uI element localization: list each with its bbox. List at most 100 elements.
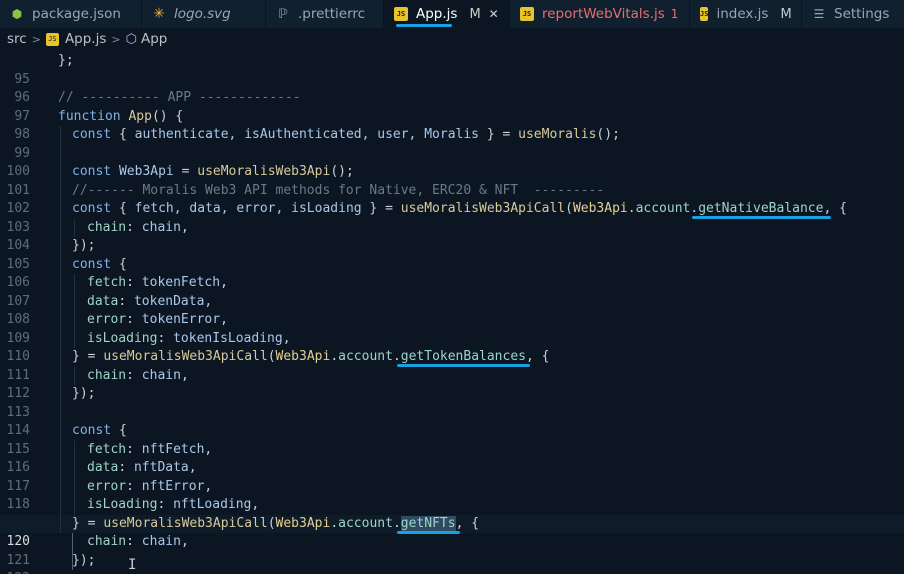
code-token: , [220,275,228,290]
code-line: 97 // ---------- APP ------------- [0,89,904,124]
tab-index-js[interactable]: JS index.js M [690,0,802,28]
code-token: . [330,349,339,364]
svg-icon: ✳ [153,6,165,22]
code-token: } = [72,349,104,364]
code-token: useMoralisWeb3Api [197,164,331,179]
code-token: , [180,534,189,549]
code-line: 116 fetch: nftFetch, [0,440,904,475]
code-line: 109 error: tokenError, [0,311,904,346]
problem-count-badge: 1 [670,7,679,21]
code-token: . [392,349,401,364]
code-line-current: 120 } = useMoralisWeb3ApiCall(Web3Api.ac… [0,514,904,549]
tab-app-js[interactable]: JS App.js M ✕ [384,0,510,28]
code-token: }; [58,53,74,68]
code-token: : [126,478,142,494]
code-token: chain [141,219,181,235]
code-token: }); [72,238,96,253]
code-token: }); [72,386,96,401]
tab-highlight-underline [396,24,452,27]
code-token: () { [151,108,184,124]
tab-report-web-vitals[interactable]: JS reportWebVitals.js 1 [510,0,690,28]
code-token: } = [479,127,519,142]
code-token: , { [823,201,847,216]
code-token: { [111,201,135,216]
tab-logo-svg[interactable]: ✳ logo.svg [142,0,266,28]
code-line: 115 const { [0,422,904,457]
code-token: : [157,497,174,512]
code-line: 95 }; [0,52,904,87]
line-number: 122 [0,570,30,574]
code-token: chain [141,367,181,383]
code-token: error [87,478,127,494]
code-token: , { [455,515,480,531]
code-token: chain [87,219,127,235]
code-token: isLoading [87,497,158,512]
code-token: }); [72,552,96,568]
js-file-icon: JS [700,7,709,21]
tab-package-json[interactable]: ⬢ package.json [0,0,142,28]
breadcrumb-file[interactable]: App.js [65,31,106,47]
code-token: error [87,312,127,327]
code-token: const [72,201,112,216]
code-token: , [204,478,213,494]
chevron-right-icon: > [111,32,121,46]
editor-tab-bar: ⬢ package.json ✳ logo.svg ℙ .prettierrc … [0,0,904,28]
code-token: Web3Api [275,349,331,364]
code-token: ( [565,201,573,216]
code-token: fetch, data, error, isLoading [134,201,362,216]
modified-indicator: M [780,6,792,22]
tab-label: Settings [834,6,890,22]
code-token: const [72,127,112,142]
code-token: . [627,201,636,216]
symbol-cube-icon: ⬡ [125,31,137,47]
code-line: 107 fetch: tokenFetch, [0,274,904,309]
code-line: 99 const { authenticate, isAuthenticated… [0,126,904,161]
tab-settings[interactable]: ☰ Settings [802,0,904,28]
code-token: } = [72,515,104,531]
code-line: 96 [0,71,904,105]
code-token: , [204,293,213,309]
code-token: tokenIsLoading [173,330,283,346]
tab-label: reportWebVitals.js [542,6,665,22]
js-file-icon: JS [45,32,59,46]
code-line: 108 data: tokenData, [0,292,904,327]
code-token: useMoralisWeb3ApiCall [103,349,268,364]
code-line: 105 }); [0,237,904,272]
code-token: , [180,367,189,383]
tab-label: index.js [716,6,769,22]
code-token: ( [267,515,276,531]
code-line: 101 const Web3Api = useMoralisWeb3Api(); [0,163,904,198]
close-icon[interactable]: ✕ [489,7,499,21]
breadcrumb-src[interactable]: src [7,31,27,47]
settings-icon: ☰ [813,7,825,21]
code-token: { [111,423,127,438]
code-token: account [635,201,691,216]
breadcrumb-symbol[interactable]: App [141,31,167,47]
js-file-icon: JS [394,7,408,21]
code-token: , [251,497,260,512]
code-token: chain [87,534,127,549]
code-token: (); [596,127,620,142]
code-token: } = [361,201,401,216]
js-file-icon: JS [520,7,534,21]
prettier-icon: ℙ [278,6,288,22]
code-token: : [126,441,142,457]
code-token: tokenFetch [141,275,221,290]
code-token: useMoralis [518,127,597,142]
code-token: , [204,441,213,457]
code-line: 110 isLoading: tokenIsLoading, [0,329,904,364]
tab-label: .prettierrc [298,6,366,22]
code-token: nftError [141,478,205,494]
code-token: . [392,515,401,531]
code-line: 103 const { fetch, data, error, isLoadin… [0,200,904,235]
selected-method-get-nfts: getNFTs [400,515,456,531]
tab-prettierrc[interactable]: ℙ .prettierrc [266,0,384,28]
tab-label: logo.svg [174,6,231,22]
code-editor[interactable]: 95 }; 96 97 // ---------- APP ----------… [0,52,904,574]
code-token: const [72,256,112,272]
code-token: , [180,219,189,235]
tab-label: package.json [32,6,121,22]
code-token: data [87,460,119,475]
code-token: tokenData [133,293,205,309]
code-line: 111 } = useMoralisWeb3ApiCall(Web3Api.ac… [0,348,904,383]
